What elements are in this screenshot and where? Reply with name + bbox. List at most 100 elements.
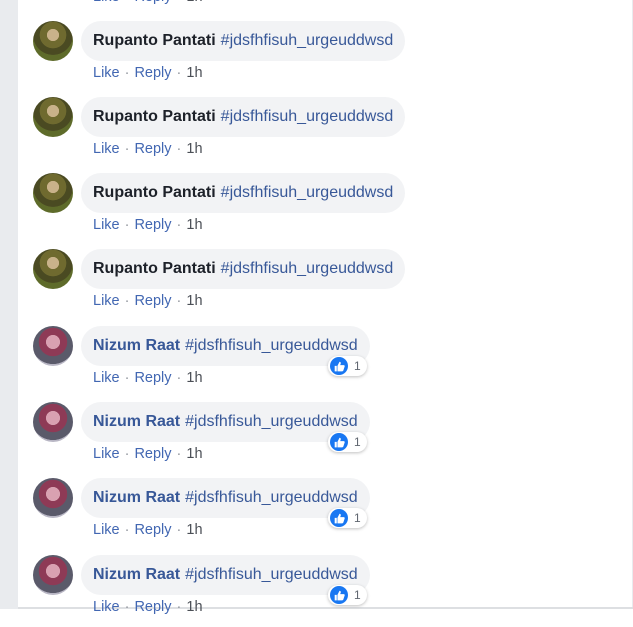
comment-bubble: Rupanto Pantati #jdsfhfisuh_urgeuddwsd xyxy=(81,21,406,61)
separator-dot: · xyxy=(124,65,130,81)
comment-author-link[interactable]: Rupanto Pantati xyxy=(93,184,216,202)
like-link[interactable]: Like xyxy=(93,599,120,615)
like-link[interactable]: Like xyxy=(93,0,120,5)
thumbs-up-icon xyxy=(330,433,348,451)
comment-item: Nizum Raat #jdsfhfisuh_urgeuddwsd Like · Rep… xyxy=(0,326,633,398)
hashtag-link[interactable]: #jdsfhfisuh_urgeuddwsd xyxy=(221,108,394,126)
comment-item: Rupanto Pantati #jdsfhfisuh_urgeuddwsd Lik… xyxy=(0,97,633,169)
timestamp-link[interactable]: 1h xyxy=(186,522,202,538)
separator-dot: · xyxy=(125,0,130,5)
hashtag-link[interactable]: #jdsfhfisuh_urgeuddwsd xyxy=(221,260,394,278)
hashtag-link[interactable]: #jdsfhfisuh_urgeuddwsd xyxy=(221,184,394,202)
timestamp-link[interactable]: 1h xyxy=(186,293,202,309)
separator-dot: · xyxy=(176,370,182,386)
like-link[interactable]: Like xyxy=(93,293,120,309)
comment-actions: Like·Reply·1h xyxy=(93,522,203,538)
separator-dot: · xyxy=(176,446,182,462)
separator-dot: · xyxy=(176,65,182,81)
comment-author-link[interactable]: Rupanto Pantati xyxy=(93,260,216,278)
avatar[interactable] xyxy=(33,21,73,61)
separator-dot: · xyxy=(176,217,182,233)
reaction-count-badge[interactable]: 1 xyxy=(328,585,367,605)
comment-bubble: Nizum Raat #jdsfhfisuh_urgeuddwsd xyxy=(81,555,370,595)
like-link[interactable]: Like xyxy=(93,446,120,462)
timestamp-link[interactable]: 1h xyxy=(186,446,202,462)
reaction-count-badge[interactable]: 1 xyxy=(328,508,367,528)
reply-link[interactable]: Reply xyxy=(134,217,171,233)
hashtag-link[interactable]: #jdsfhfisuh_urgeuddwsd xyxy=(221,32,394,50)
reply-link[interactable]: Reply xyxy=(134,446,171,462)
comment-bubble: Nizum Raat #jdsfhfisuh_urgeuddwsd xyxy=(81,478,370,518)
timestamp-link[interactable]: 1h xyxy=(186,370,202,386)
hashtag-link[interactable]: #jdsfhfisuh_urgeuddwsd xyxy=(185,489,358,507)
avatar[interactable] xyxy=(33,326,73,366)
comment-bubble: Rupanto Pantati #jdsfhfisuh_urgeuddwsd xyxy=(81,249,406,289)
reply-link[interactable]: Reply xyxy=(134,370,171,386)
separator-dot: · xyxy=(176,293,182,309)
hashtag-link[interactable]: #jdsfhfisuh_urgeuddwsd xyxy=(185,566,358,584)
timestamp-link[interactable]: 1h xyxy=(186,599,202,615)
comment-actions: Like·Reply·1h xyxy=(93,217,203,233)
separator-dot: · xyxy=(176,522,182,538)
comment-actions: Like·Reply·1h xyxy=(93,0,203,5)
separator-dot: · xyxy=(176,141,182,157)
comment-author-link[interactable]: Nizum Raat xyxy=(93,566,180,584)
comment-list: Rupanto Pantati #jdsfhfisuh_urgeuddwsd Lik… xyxy=(0,0,633,615)
avatar[interactable] xyxy=(33,555,73,595)
like-link[interactable]: Like xyxy=(93,141,120,157)
like-link[interactable]: Like xyxy=(93,217,120,233)
reply-link[interactable]: Reply xyxy=(134,599,171,615)
reaction-count: 1 xyxy=(354,511,361,525)
hashtag-link[interactable]: #jdsfhfisuh_urgeuddwsd xyxy=(185,413,358,431)
reaction-count-badge[interactable]: 1 xyxy=(328,356,367,376)
reaction-count: 1 xyxy=(354,435,361,449)
separator-dot: · xyxy=(176,599,182,615)
avatar[interactable] xyxy=(33,402,73,442)
comment-item: Nizum Raat #jdsfhfisuh_urgeuddwsd Like · Rep… xyxy=(0,478,633,550)
reaction-count: 1 xyxy=(354,359,361,373)
comment-item: Rupanto Pantati #jdsfhfisuh_urgeuddwsd Lik… xyxy=(0,249,633,321)
comment-actions: Like·Reply·1h xyxy=(93,446,203,462)
comment-author-link[interactable]: Nizum Raat xyxy=(93,337,180,355)
separator-dot: · xyxy=(124,599,130,615)
comment-bubble: Rupanto Pantati #jdsfhfisuh_urgeuddwsd xyxy=(81,97,406,137)
reply-link[interactable]: Reply xyxy=(134,141,171,157)
avatar[interactable] xyxy=(33,173,73,213)
reply-link[interactable]: Reply xyxy=(134,65,171,81)
comment-author-link[interactable]: Rupanto Pantati xyxy=(93,108,216,126)
timestamp-link[interactable]: 1h xyxy=(186,65,202,81)
like-link[interactable]: Like xyxy=(93,65,120,81)
comment-author-link[interactable]: Rupanto Pantati xyxy=(93,32,216,50)
comment-item: Nizum Raat #jdsfhfisuh_urgeuddwsd Like · Rep… xyxy=(0,402,633,474)
comment-item: Rupanto Pantati #jdsfhfisuh_urgeuddwsd Lik… xyxy=(0,173,633,245)
hashtag-link[interactable]: #jdsfhfisuh_urgeuddwsd xyxy=(185,337,358,355)
comment-actions: Like·Reply·1h xyxy=(93,65,203,81)
separator-dot: · xyxy=(124,217,130,233)
reaction-count-badge[interactable]: 1 xyxy=(328,432,367,452)
comment-author-link[interactable]: Nizum Raat xyxy=(93,489,180,507)
reply-link[interactable]: Reply xyxy=(134,293,171,309)
avatar[interactable] xyxy=(33,97,73,137)
reply-link[interactable]: Reply xyxy=(134,522,171,538)
comment-author-link[interactable]: Nizum Raat xyxy=(93,413,180,431)
timestamp-link[interactable]: 1h xyxy=(186,141,202,157)
like-link[interactable]: Like xyxy=(93,370,120,386)
separator-dot: · xyxy=(124,446,130,462)
separator-dot: · xyxy=(124,293,130,309)
avatar[interactable] xyxy=(33,249,73,289)
comment-actions: Like·Reply·1h xyxy=(93,293,203,309)
comment-actions: Like·Reply·1h xyxy=(93,599,203,615)
thumbs-up-icon xyxy=(330,586,348,604)
comment-bubble: Nizum Raat #jdsfhfisuh_urgeuddwsd xyxy=(81,326,370,366)
like-link[interactable]: Like xyxy=(93,522,120,538)
avatar[interactable] xyxy=(33,478,73,518)
comment-item: Rupanto Pantati#jdsfhfisuh_urgeuddwsdLik… xyxy=(0,0,633,17)
separator-dot: · xyxy=(124,370,130,386)
reaction-count: 1 xyxy=(354,588,361,602)
thumbs-up-icon xyxy=(330,357,348,375)
reply-link[interactable]: Reply xyxy=(134,0,171,5)
separator-dot: · xyxy=(124,141,130,157)
timestamp-link[interactable]: 1h xyxy=(186,217,202,233)
timestamp-link[interactable]: 1h xyxy=(186,0,202,5)
comment-actions: Like·Reply·1h xyxy=(93,141,203,157)
